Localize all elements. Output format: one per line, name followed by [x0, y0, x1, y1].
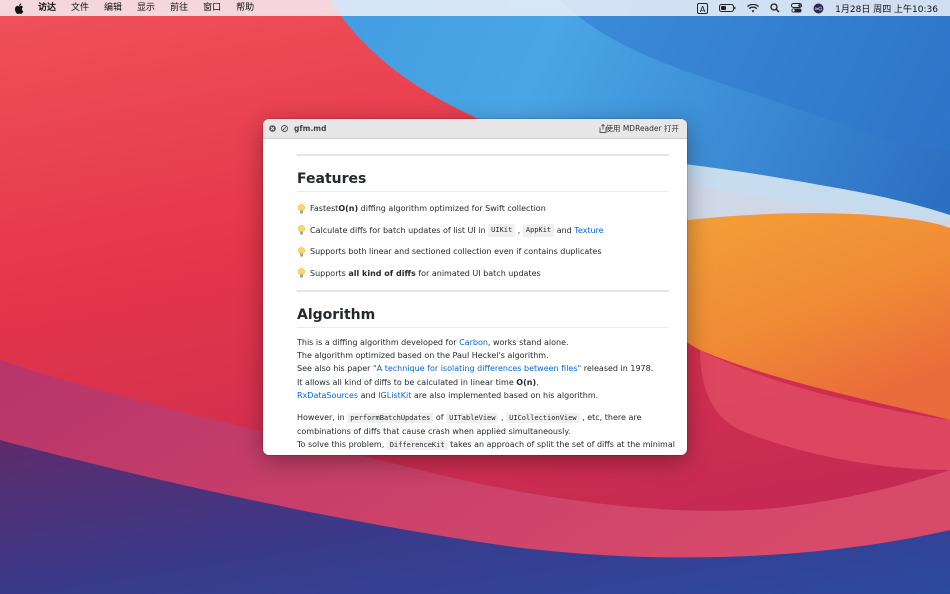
horizontal-rule — [297, 154, 669, 156]
algorithm-paragraph-1: This is a diffing algorithm developed fo… — [297, 336, 669, 403]
menu-bar-left: 访达 文件 编辑 显示 前往 窗口 帮助 — [0, 0, 269, 16]
feature-text-3: Supports both linear and sectioned colle… — [310, 247, 602, 256]
code-performbatchupdates: performBatchUpdates — [347, 412, 434, 423]
algo-text: are also implemented based on his algori… — [411, 391, 599, 401]
menu-edit[interactable]: 编辑 — [104, 0, 122, 16]
feature-text-1c: diffing algorithm optimized for Swift co… — [358, 204, 546, 213]
feature-item: Supports all kind of diffs for animated … — [297, 268, 669, 279]
input-method-icon[interactable]: A — [697, 0, 709, 16]
light-bulb-icon — [297, 203, 306, 214]
spotlight-icon[interactable] — [770, 0, 780, 16]
menu-view[interactable]: 显示 — [137, 0, 155, 16]
light-bulb-icon — [297, 246, 306, 257]
battery-icon[interactable] — [719, 0, 736, 16]
algo-text: . — [536, 377, 539, 387]
algo-text: combinations of diffs that cause crash w… — [297, 426, 571, 436]
carbon-link[interactable]: Carbon — [459, 338, 488, 347]
markdown-preview[interactable]: Features Fastest O(n) diffing algorithm … — [263, 139, 687, 455]
code-uicollectionview: UICollectionView — [506, 412, 580, 423]
iglistkit-link[interactable]: IGListKit — [378, 391, 411, 400]
light-bulb-icon — [297, 268, 306, 278]
rxdatasources-link[interactable]: RxDataSources — [297, 391, 358, 400]
menu-help[interactable]: 帮助 — [236, 0, 254, 16]
feature-text-4b: all kind of diffs — [348, 268, 416, 278]
window-title: gfm.md — [294, 124, 327, 133]
open-with-button[interactable]: 使用 MDReader 打开 — [605, 119, 679, 138]
algo-text: and — [358, 391, 379, 401]
feature-text-1b: O(n) — [338, 204, 359, 213]
algo-text: , — [498, 412, 507, 422]
algo-text: It allows all kind of diffs to be calcul… — [297, 377, 517, 387]
menu-bar: 访达 文件 编辑 显示 前往 窗口 帮助 A 1月28日 周四 上午10:36 — [0, 0, 950, 16]
wifi-icon[interactable] — [747, 0, 760, 16]
features-heading: Features — [297, 171, 669, 192]
feature-item: Supports both linear and sectioned colle… — [297, 246, 669, 257]
algo-text: of — [433, 412, 447, 422]
close-icon[interactable] — [269, 125, 276, 132]
texture-link[interactable]: Texture — [574, 225, 603, 236]
input-method-label: A — [697, 2, 709, 14]
algo-text: takes an approach of split the set of di… — [447, 440, 675, 450]
menu-go[interactable]: 前往 — [170, 0, 188, 16]
menu-bar-status: A 1月28日 周四 上午10:36 — [686, 0, 938, 16]
code-uikit: UIKit — [488, 223, 516, 237]
algo-text: This is a diffing algorithm developed fo… — [297, 337, 460, 347]
algorithm-heading: Algorithm — [297, 307, 669, 328]
feature-text-4c: for animated UI batch updates — [415, 268, 541, 278]
menu-file[interactable]: 文件 — [71, 0, 89, 16]
algo-text: See also his paper — [297, 364, 374, 374]
algo-text: , works stand alone. — [487, 337, 569, 347]
menu-bar-clock[interactable]: 1月28日 周四 上午10:36 — [835, 2, 938, 15]
feature-text-4a: Supports — [310, 268, 349, 278]
menu-finder[interactable]: 访达 — [38, 0, 56, 16]
code-uitableview: UITableView — [446, 412, 499, 423]
quicklook-window: gfm.md 使用 MDReader 打开 Features Fastest O… — [263, 119, 687, 455]
feature-text-2a: Calculate diffs for batch updates of lis… — [310, 225, 489, 235]
algo-text: To solve this problem, — [297, 440, 387, 450]
control-center-icon[interactable] — [791, 0, 803, 16]
feature-item: Fastest O(n) diffing algorithm optimized… — [297, 203, 669, 214]
markdown-document: Features Fastest O(n) diffing algorithm … — [297, 139, 675, 453]
algo-text: released in 1978. — [581, 364, 654, 374]
window-titlebar[interactable]: gfm.md 使用 MDReader 打开 — [263, 119, 687, 139]
feature-text-2sep: , — [515, 225, 523, 235]
horizontal-rule — [297, 289, 669, 292]
siri-icon[interactable] — [813, 0, 824, 16]
paper-link[interactable]: "A technique for isolating differences b… — [373, 364, 581, 373]
algo-text: , etc, there are — [579, 412, 642, 422]
feature-text-1a: Fastest — [310, 204, 339, 213]
algo-text: The algorithm optimized based on the Pau… — [297, 350, 549, 360]
algo-bold: O(n) — [516, 377, 537, 387]
fullscreen-icon[interactable] — [281, 125, 288, 132]
feature-item: Calculate diffs for batch updates of lis… — [297, 223, 669, 237]
code-appkit: AppKit — [522, 223, 555, 237]
algorithm-paragraph-2: However, in performBatchUpdates of UITab… — [297, 411, 675, 453]
light-bulb-icon — [297, 225, 306, 235]
feature-text-2and: and — [554, 225, 575, 235]
code-differencekit: DifferenceKit — [386, 440, 448, 451]
menu-window[interactable]: 窗口 — [203, 0, 221, 16]
apple-logo-icon[interactable] — [12, 2, 26, 14]
algo-text: However, in — [297, 412, 348, 422]
